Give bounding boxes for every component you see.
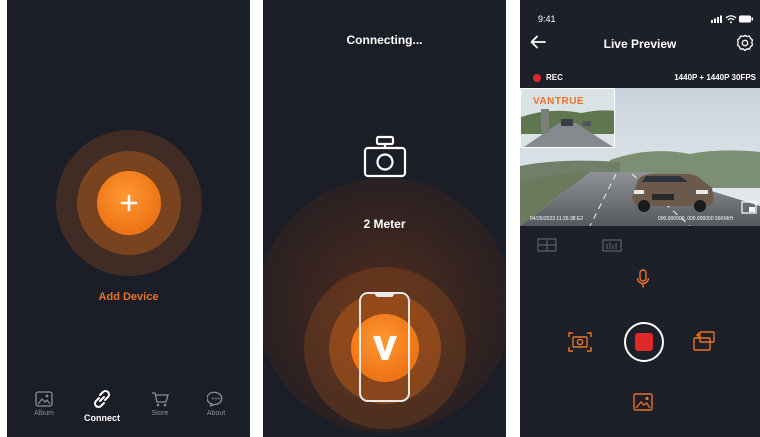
video-preview[interactable]: VANTRUE 04/25/2023 11:26:38 E2 000.00000… <box>520 88 760 226</box>
tab-about[interactable]: About <box>191 391 241 417</box>
tab-label: About <box>206 410 226 417</box>
cart-icon <box>152 392 169 407</box>
brand-watermark: VANTRUE <box>533 96 585 107</box>
tab-album[interactable]: Album <box>19 391 69 417</box>
status-time: 9:41 <box>538 14 556 24</box>
distance-label: 2 Meter <box>363 217 406 231</box>
connecting-title: Connecting... <box>346 33 423 47</box>
tab-connect[interactable]: Connect <box>77 388 127 423</box>
dashcam-icon <box>363 135 407 178</box>
tab-label: Album <box>34 410 54 417</box>
overlay-coordinates: 000.000000, 000.000000 56KM/H <box>658 216 734 222</box>
recording-dot <box>533 74 541 82</box>
link-icon <box>93 389 111 409</box>
add-device-screen: Add Device Album Connect Store About <box>7 0 250 437</box>
record-button[interactable] <box>624 322 664 362</box>
phone-notch <box>375 293 394 297</box>
switch-camera-icon[interactable] <box>692 330 716 352</box>
audio-level-icon[interactable] <box>602 237 622 252</box>
rec-label: REC <box>546 73 563 82</box>
status-icons <box>711 15 753 24</box>
resolution-label: 1440P + 1440P 30FPS <box>674 73 756 82</box>
page-title: Live Preview <box>603 37 677 51</box>
pip-rear-camera[interactable]: VANTRUE <box>520 88 615 148</box>
chat-icon <box>207 391 223 407</box>
overlay-datetime: 04/25/2023 11:26:38 E2 <box>530 216 584 222</box>
snapshot-camera-icon[interactable] <box>568 331 592 353</box>
split-view-icon[interactable] <box>537 238 557 252</box>
tab-label: Store <box>151 410 169 417</box>
microphone-icon[interactable] <box>636 269 650 289</box>
add-device-label[interactable]: Add Device <box>7 291 250 303</box>
v-logo-icon <box>373 336 397 360</box>
tab-store[interactable]: Store <box>135 391 185 417</box>
tab-label: Connect <box>84 413 120 423</box>
connecting-screen: Connecting... 2 Meter <box>263 0 506 437</box>
settings-gear-icon[interactable] <box>736 34 754 52</box>
add-device-button[interactable] <box>97 171 161 235</box>
gallery-icon[interactable] <box>633 393 653 411</box>
plus-icon <box>120 194 138 212</box>
album-icon <box>35 391 53 407</box>
record-stop-square <box>635 333 653 351</box>
bottom-tab-bar: Album Connect Store About <box>7 377 250 437</box>
live-preview-screen: 9:41 Live Preview REC 1440P + 1440P 30FP… <box>520 0 760 437</box>
pip-toggle-icon[interactable] <box>741 201 757 214</box>
